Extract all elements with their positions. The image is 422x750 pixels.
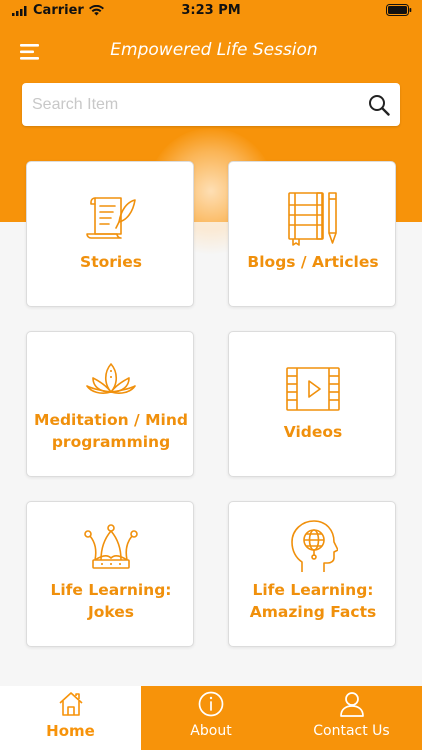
category-card-stories[interactable]: Stories xyxy=(26,161,194,307)
category-label: Meditation / Mind programming xyxy=(31,409,191,453)
category-label: Blogs / Articles xyxy=(247,253,379,271)
category-label-line2: Jokes xyxy=(87,603,135,621)
category-label-line2: programming xyxy=(51,433,171,451)
category-label-line1: Meditation / Mind xyxy=(34,411,188,429)
category-label: Videos xyxy=(283,423,343,441)
head-globe-icon xyxy=(291,520,338,572)
category-card-jokes[interactable]: Life Learning: Jokes xyxy=(26,501,194,647)
search-icon[interactable] xyxy=(367,93,391,117)
bottom-tab-bar: Home About Contact Us xyxy=(0,686,422,750)
page-title: Empowered Life Session xyxy=(110,40,318,60)
film-play-icon xyxy=(286,367,340,411)
category-label: Life Learning: Jokes xyxy=(31,579,191,623)
category-label-line2: Amazing Facts xyxy=(249,603,377,621)
search-bar xyxy=(22,83,400,126)
tab-contact[interactable]: Contact Us xyxy=(281,686,422,750)
status-bar: Carrier 3:23 PM xyxy=(0,0,422,22)
category-card-blogs[interactable]: Blogs / Articles xyxy=(228,161,396,307)
info-icon xyxy=(198,691,224,717)
tab-about-label: About xyxy=(190,723,232,739)
app-header: Empowered Life Session xyxy=(0,36,422,68)
notebook-pencil-icon xyxy=(288,192,337,246)
category-card-facts[interactable]: Life Learning: Amazing Facts xyxy=(228,501,396,647)
scroll-quill-icon xyxy=(86,197,136,239)
category-label-line1: Life Learning: xyxy=(252,581,374,599)
search-input[interactable] xyxy=(32,83,352,126)
category-label: Life Learning: Amazing Facts xyxy=(233,579,393,623)
category-label-line1: Life Learning: xyxy=(50,581,172,599)
lotus-icon xyxy=(86,363,136,394)
tab-contact-label: Contact Us xyxy=(313,723,390,739)
category-card-videos[interactable]: Videos xyxy=(228,331,396,477)
battery-icon xyxy=(386,4,412,20)
tab-about[interactable]: About xyxy=(141,686,281,750)
home-icon xyxy=(58,692,83,716)
user-icon xyxy=(339,692,364,717)
category-card-meditation[interactable]: Meditation / Mind programming xyxy=(26,331,194,477)
category-label: Stories xyxy=(80,253,142,271)
tab-home-label: Home xyxy=(46,722,95,740)
jester-hat-icon xyxy=(84,524,138,569)
status-time: 3:23 PM xyxy=(181,3,241,18)
tab-home[interactable]: Home xyxy=(0,686,141,750)
